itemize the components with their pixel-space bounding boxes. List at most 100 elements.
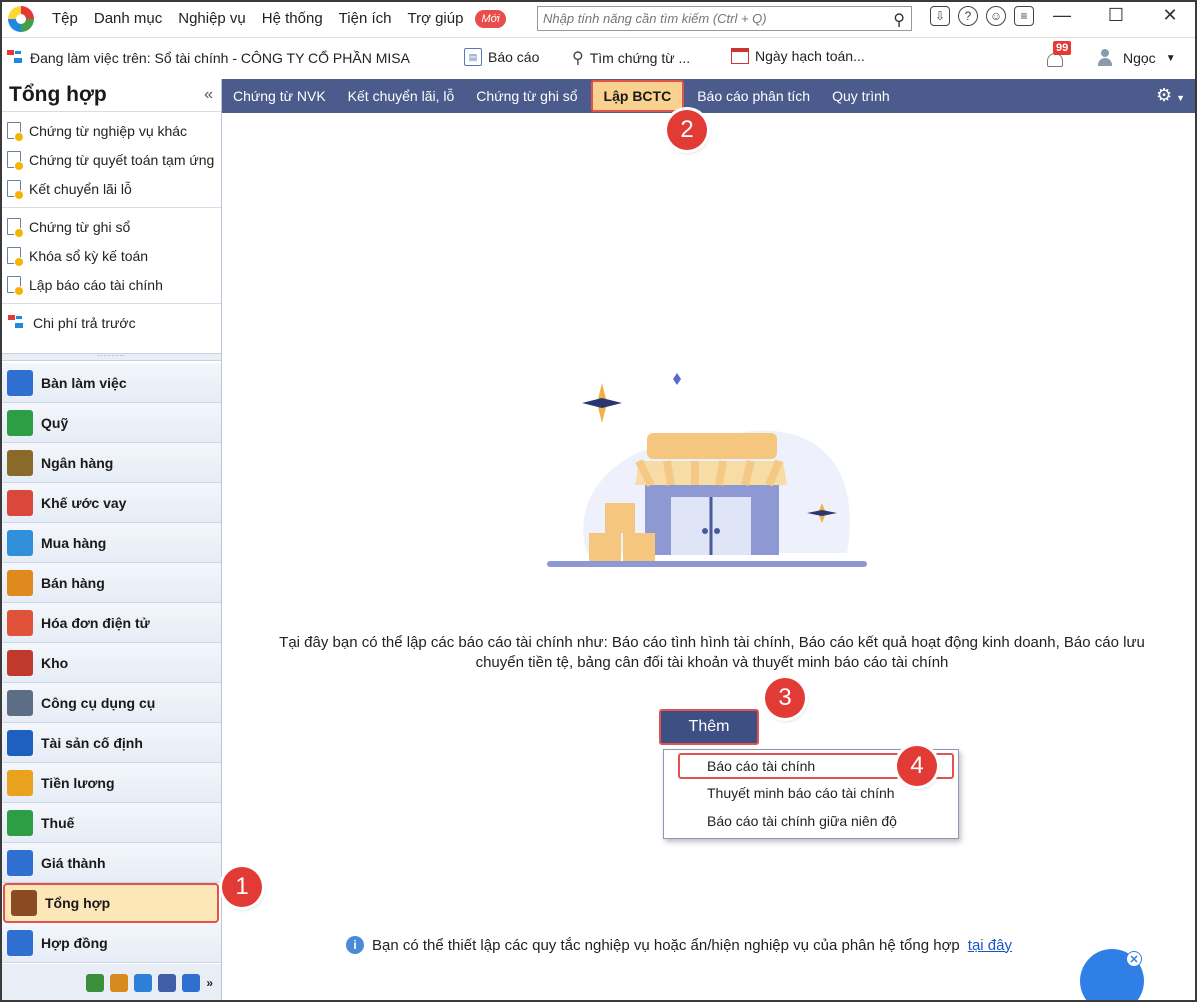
left-panel-header: Tổng hợp « bbox=[1, 79, 221, 112]
page-description: Tại đây bạn có thể lập các báo cáo tài c… bbox=[279, 634, 1145, 671]
user-group-icon[interactable] bbox=[110, 974, 129, 992]
module-item[interactable]: Tổng hợp bbox=[3, 883, 219, 923]
notification-count: 99 bbox=[1053, 41, 1072, 55]
document-icon bbox=[7, 218, 24, 238]
sub-group-3: Chi phí trả trước bbox=[1, 304, 221, 341]
module-item[interactable]: Ngân hàng bbox=[1, 443, 221, 483]
module-label: Khế ước vay bbox=[41, 494, 127, 511]
module-item[interactable]: Thuế bbox=[1, 803, 221, 843]
hint-link[interactable]: tại đây bbox=[968, 937, 1012, 954]
document-icon bbox=[7, 122, 24, 142]
chat-support-button[interactable]: ✕ bbox=[1080, 949, 1144, 1002]
tab-analysis-reports[interactable]: Báo cáo phân tích bbox=[686, 79, 821, 113]
maximize-button[interactable]: ☐ bbox=[1089, 0, 1143, 30]
find-voucher-label: Tìm chứng từ ... bbox=[589, 50, 691, 66]
module-list: Bàn làm việc Quỹ Ngân hàng Khế ước vay Mua h… bbox=[1, 363, 221, 963]
money-bag-icon[interactable] bbox=[86, 974, 105, 992]
left-panel-footer: » bbox=[1, 964, 221, 1002]
find-voucher-button[interactable]: ⚲ Tìm chứng từ ... bbox=[572, 48, 690, 68]
sub-item[interactable]: Lập báo cáo tài chính bbox=[1, 270, 221, 299]
add-button[interactable]: Thêm bbox=[659, 709, 759, 745]
menu-file[interactable]: Tệp bbox=[44, 10, 86, 28]
checkbox-icon[interactable] bbox=[182, 974, 201, 992]
feature-search[interactable]: ⚲ bbox=[537, 6, 912, 31]
sub-item[interactable]: Khóa sổ kỳ kế toán bbox=[1, 241, 221, 270]
sub-group-2: Chứng từ ghi sổ Khóa sổ kỳ kế toán Lập b… bbox=[1, 208, 221, 304]
report-label: Báo cáo bbox=[488, 49, 540, 65]
module-label: Hóa đơn điện tử bbox=[41, 614, 150, 631]
more-modules-icon[interactable]: » bbox=[206, 976, 213, 990]
module-item[interactable]: Tài sản cố định bbox=[1, 723, 221, 763]
module-item[interactable]: Hóa đơn điện tử bbox=[1, 603, 221, 643]
sub-item[interactable]: Kết chuyển lãi lỗ bbox=[1, 174, 221, 203]
menu-system[interactable]: Hệ thống bbox=[254, 10, 331, 28]
help-icon[interactable]: ? bbox=[958, 6, 978, 26]
close-button[interactable]: ✕ bbox=[1143, 0, 1197, 30]
org-tree-icon bbox=[7, 314, 25, 332]
search-icon[interactable]: ⚲ bbox=[893, 10, 905, 30]
module-label: Tài sản cố định bbox=[41, 734, 143, 751]
sub-item-label: Chứng từ quyết toán tạm ứng bbox=[29, 151, 215, 168]
minimize-button[interactable]: — bbox=[1035, 0, 1089, 30]
download-icon[interactable]: ⇩ bbox=[930, 6, 950, 26]
user-menu[interactable]: Ngọc ▼ bbox=[1097, 49, 1176, 67]
tab-profit-loss-transfer[interactable]: Kết chuyển lãi, lỗ bbox=[337, 79, 466, 113]
sub-item[interactable]: Chứng từ ghi sổ bbox=[1, 212, 221, 241]
module-label: Thuế bbox=[41, 814, 75, 831]
sub-item-label: Chứng từ ghi sổ bbox=[29, 218, 131, 235]
panel-splitter[interactable]: ·········· bbox=[1, 352, 221, 361]
employee-icon[interactable] bbox=[134, 974, 153, 992]
menu-operations[interactable]: Nghiệp vụ bbox=[170, 10, 254, 28]
sub-item[interactable]: Chứng từ nghiệp vụ khác bbox=[1, 116, 221, 145]
module-icon bbox=[7, 609, 33, 636]
gear-icon[interactable]: ⚙ ▼ bbox=[1156, 85, 1185, 106]
module-item[interactable]: Hợp đồng bbox=[1, 923, 221, 963]
module-item[interactable]: Khế ước vay bbox=[1, 483, 221, 523]
module-item[interactable]: Bàn làm việc bbox=[1, 363, 221, 403]
tab-nvk-vouchers[interactable]: Chứng từ NVK bbox=[222, 79, 337, 113]
sub-group-1: Chứng từ nghiệp vụ khác Chứng từ quyết t… bbox=[1, 112, 221, 208]
tab-financial-statements[interactable]: Lập BCTC bbox=[590, 80, 685, 112]
report-button[interactable]: ▤ Báo cáo bbox=[464, 48, 539, 66]
tab-process[interactable]: Quy trình bbox=[821, 79, 901, 113]
module-item[interactable]: Quỹ bbox=[1, 403, 221, 443]
misa-logo-icon[interactable] bbox=[8, 5, 34, 32]
module-item[interactable]: Bán hàng bbox=[1, 563, 221, 603]
feature-search-input[interactable] bbox=[543, 11, 873, 26]
step-marker-2: 2 bbox=[667, 110, 707, 150]
new-badge[interactable]: Mới bbox=[475, 9, 506, 28]
working-context[interactable]: Đang làm việc trên: Sổ tài chính - CÔNG … bbox=[6, 49, 410, 67]
sub-item[interactable]: Chứng từ quyết toán tạm ứng bbox=[1, 145, 221, 174]
car-icon[interactable] bbox=[158, 974, 177, 992]
collapse-icon[interactable]: « bbox=[204, 86, 213, 104]
module-item[interactable]: Tiền lương bbox=[1, 763, 221, 803]
module-item[interactable]: Giá thành bbox=[1, 843, 221, 883]
document-icon bbox=[7, 180, 24, 200]
menu-catalog[interactable]: Danh mục bbox=[86, 10, 170, 28]
module-icon bbox=[7, 729, 33, 756]
checklist-icon[interactable]: ≡ bbox=[1014, 6, 1034, 26]
module-item[interactable]: Kho bbox=[1, 643, 221, 683]
step-marker-3: 3 bbox=[765, 678, 805, 718]
posting-date-button[interactable]: Ngày hạch toán... bbox=[731, 48, 865, 64]
headset-icon[interactable]: ☺ bbox=[986, 6, 1006, 26]
menu-help[interactable]: Trợ giúp bbox=[399, 10, 471, 28]
module-item[interactable]: Mua hàng bbox=[1, 523, 221, 563]
tab-bar: Chứng từ NVK Kết chuyển lãi, lỗ Chứng từ… bbox=[222, 79, 1197, 113]
module-icon bbox=[7, 489, 33, 516]
step-marker-1: 1 bbox=[222, 867, 262, 907]
main-menu: Tệp Danh mục Nghiệp vụ Hệ thống Tiện ích… bbox=[44, 9, 506, 28]
posting-date-label: Ngày hạch toán... bbox=[755, 48, 865, 64]
module-label: Kho bbox=[41, 654, 69, 671]
module-label: Mua hàng bbox=[41, 534, 107, 551]
sub-item-label: Chứng từ nghiệp vụ khác bbox=[29, 122, 188, 139]
module-icon bbox=[7, 849, 33, 876]
menu-utilities[interactable]: Tiện ích bbox=[331, 10, 400, 28]
sub-item[interactable]: Chi phí trả trước bbox=[1, 308, 221, 337]
close-icon[interactable]: ✕ bbox=[1126, 951, 1142, 967]
notification-bell[interactable]: 99 bbox=[1045, 41, 1072, 69]
info-icon: i bbox=[346, 936, 364, 954]
module-item[interactable]: Công cụ dụng cụ bbox=[1, 683, 221, 723]
tab-ledger-vouchers[interactable]: Chứng từ ghi sổ bbox=[465, 79, 588, 113]
menu-item-interim-fs[interactable]: Báo cáo tài chính giữa niên độ bbox=[664, 807, 958, 835]
